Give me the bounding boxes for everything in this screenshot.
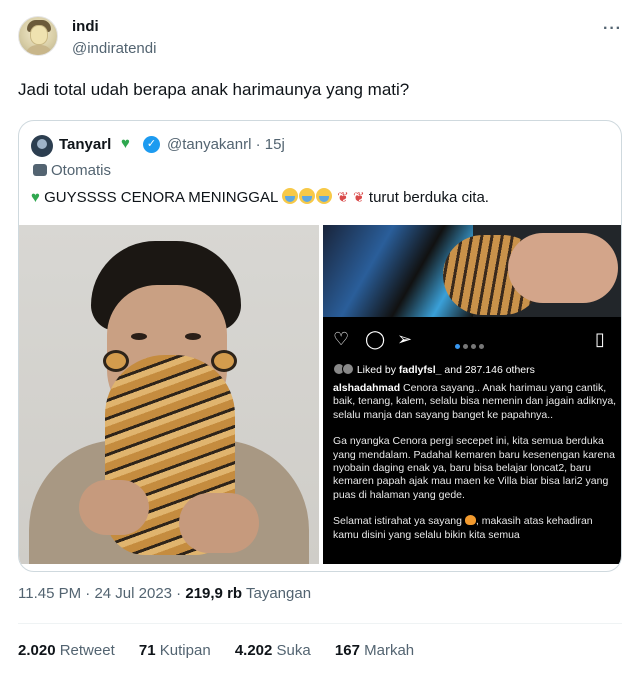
instagram-likes: Liked by fadlyfsl_ and 287.146 others — [333, 363, 535, 376]
orange-heart-icon — [464, 515, 476, 526]
liked-by-user: fadlyfsl_ — [398, 364, 442, 376]
likes-stat[interactable]: 4.202 Suka — [235, 642, 311, 659]
avatar[interactable] — [18, 16, 58, 56]
retweets-label: Retweet — [59, 642, 115, 659]
photo-hand — [508, 233, 618, 303]
heart-outline-icon: ♡ — [333, 329, 350, 349]
green-heart-icon: ♥ — [121, 135, 130, 152]
views-label: Tayangan — [245, 585, 312, 602]
liked-by-suffix: and 287.146 others — [444, 364, 535, 376]
verified-badge-icon: ✓ — [143, 136, 160, 153]
instagram-screenshot[interactable]: ♡ ◯ ➢ ▯ Liked by fadlyfsl_ and 287.146 o… — [323, 225, 621, 564]
likes-count: 4.202 — [234, 642, 273, 659]
photo-hand — [79, 480, 149, 535]
caption-paragraph-2: Ga nyangka Cenora pergi secepet ini, kit… — [333, 435, 615, 501]
tweet-header: indi @indiratendi ··· — [18, 16, 622, 64]
tweet-time[interactable]: 11.45 PM — [18, 585, 81, 602]
green-heart-icon: ♥ — [31, 189, 40, 206]
bookmarks-label: Markah — [364, 642, 415, 659]
bookmarks-count: 167 — [334, 642, 360, 659]
quotes-count: 71 — [138, 642, 156, 659]
quote-text-tail: turut berduka cita. — [368, 189, 489, 206]
bot-icon — [33, 164, 47, 176]
carousel-dots — [455, 336, 487, 354]
avatar-face — [30, 25, 48, 45]
photo-hand — [179, 493, 259, 553]
share-icon: ➢ — [397, 329, 413, 349]
instagram-photo — [323, 225, 621, 317]
comment-icon: ◯ — [365, 329, 386, 349]
quote-text-main: GUYSSSS CENORA MENINGGAL — [44, 189, 278, 206]
rose-icon: ❦ — [337, 189, 349, 205]
retweets-count: 2.020 — [18, 642, 56, 659]
photo-man-with-tiger-cub[interactable] — [19, 225, 319, 564]
avatar — [342, 363, 354, 375]
tweet-stats: 2.020 Retweet 71 Kutipan 4.202 Suka 167 … — [18, 642, 434, 659]
crying-face-icon — [281, 188, 298, 204]
photo-eye — [185, 333, 201, 340]
ellipsis-icon[interactable]: ··· — [603, 20, 622, 38]
automated-text: Otomatis — [51, 162, 112, 179]
quote-handle-time[interactable]: @tanyakanrl · 15j — [167, 136, 285, 153]
caption-user: alshadahmad — [333, 382, 401, 394]
quotes-label: Kutipan — [159, 642, 211, 659]
bookmark-icon: ▯ — [595, 329, 605, 349]
divider — [18, 623, 622, 624]
crying-face-icon — [315, 188, 332, 204]
likes-label: Suka — [276, 642, 311, 659]
views-count: 219,9 rb — [185, 585, 243, 602]
caption-paragraph-3a: Selamat istirahat ya sayang — [333, 515, 462, 528]
quotes-stat[interactable]: 71 Kutipan — [139, 642, 211, 659]
quoted-tweet[interactable]: Tanyarl ♥ ✓ @tanyakanrl · 15j Otomatis ♥… — [18, 120, 622, 572]
retweets-stat[interactable]: 2.020 Retweet — [18, 642, 115, 659]
avatar-body — [25, 45, 53, 55]
quote-avatar[interactable] — [31, 135, 53, 157]
automated-label: Otomatis — [33, 162, 111, 179]
quote-text: ♥ GUYSSSS CENORA MENINGGAL ❦ ❦ turut ber… — [31, 188, 489, 206]
quote-display-name[interactable]: Tanyarl — [59, 136, 111, 153]
tweet-meta: 11.45 PM · 24 Jul 2023 · 219,9 rb Tayang… — [18, 585, 312, 602]
rose-icon: ❦ — [353, 189, 365, 205]
display-name[interactable]: indi — [72, 18, 99, 35]
instagram-caption: alshadahmad Cenora sayang.. Anak harimau… — [333, 382, 618, 555]
photo-eye — [131, 333, 147, 340]
tiger-ear — [211, 350, 237, 372]
liked-by-prefix: Liked by — [356, 364, 396, 376]
tweet-text: Jadi total udah berapa anak harimaunya y… — [18, 80, 410, 99]
crying-face-icon — [298, 188, 315, 204]
user-handle[interactable]: @indiratendi — [72, 40, 156, 57]
bookmarks-stat[interactable]: 167 Markah — [335, 642, 414, 659]
tiger-ear — [103, 350, 129, 372]
tweet-date[interactable]: 24 Jul 2023 — [94, 585, 172, 602]
